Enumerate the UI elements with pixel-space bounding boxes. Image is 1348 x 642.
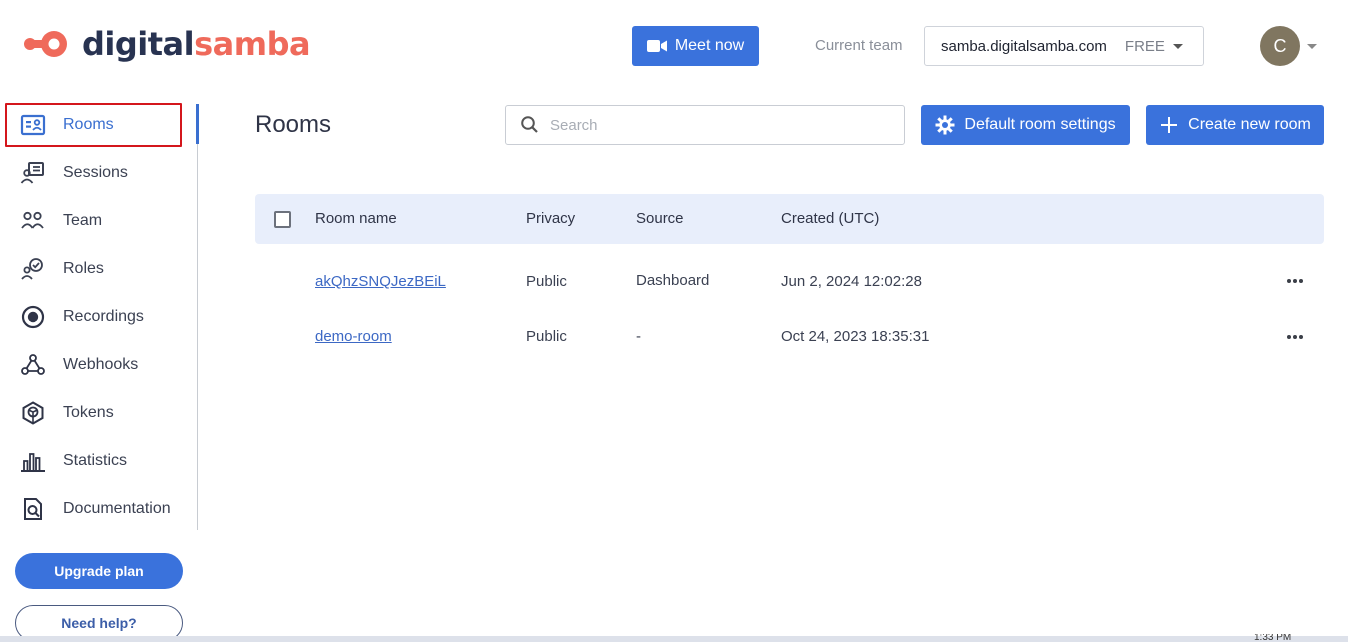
sidebar-item-recordings[interactable]: Recordings (20, 299, 144, 335)
tokens-icon (20, 401, 48, 425)
sidebar-item-label: Webhooks (63, 356, 139, 373)
sidebar-item-label: Statistics (63, 452, 128, 469)
roles-icon (20, 257, 48, 281)
rooms-table-header: Room name Privacy Source Created (UTC) (255, 194, 1324, 244)
webhooks-icon (20, 353, 48, 377)
column-header-room-name[interactable]: Room name (315, 194, 397, 244)
column-header-created[interactable]: Created (UTC) (781, 194, 879, 244)
search-box[interactable] (505, 105, 905, 145)
plus-icon (1161, 117, 1178, 133)
upgrade-plan-button[interactable]: Upgrade plan (15, 553, 183, 589)
avatar-initial: C (1273, 35, 1287, 56)
logo-text-digital: digital (82, 25, 195, 63)
default-room-settings-label: Default room settings (964, 116, 1116, 133)
team-name: samba.digitalsamba.com (941, 37, 1107, 55)
logo-mark-icon (24, 31, 67, 57)
sidebar-divider (197, 104, 198, 530)
room-created: Oct 24, 2023 18:35:31 (781, 328, 930, 345)
meet-now-label: Meet now (674, 37, 745, 54)
sidebar-item-label: Roles (63, 260, 104, 277)
user-menu-caret-icon[interactable] (1307, 44, 1317, 49)
sidebar-item-tokens[interactable]: Tokens (20, 395, 114, 431)
default-room-settings-button[interactable]: Default room settings (921, 105, 1130, 145)
documentation-icon (20, 497, 48, 521)
os-taskbar (0, 636, 1348, 642)
sidebar-item-statistics[interactable]: Statistics (20, 443, 127, 479)
user-avatar[interactable]: C (1260, 26, 1300, 66)
room-privacy: Public (526, 273, 567, 290)
caret-down-icon (1172, 43, 1183, 49)
column-header-privacy[interactable]: Privacy (526, 194, 575, 244)
sidebar-active-indicator (196, 104, 199, 144)
column-header-source[interactable]: Source (636, 194, 684, 244)
sidebar-item-team[interactable]: Team (20, 203, 102, 239)
sidebar-item-label: Documentation (63, 500, 171, 517)
sidebar-item-sessions[interactable]: Sessions (20, 155, 128, 191)
team-plan-badge: FREE (1124, 37, 1165, 55)
sidebar-item-label: Rooms (63, 116, 114, 133)
video-camera-icon (646, 40, 667, 52)
recordings-icon (20, 305, 48, 329)
logo-text: digitalsamba (82, 25, 311, 63)
room-source: Dashboard (636, 272, 710, 289)
team-icon (20, 209, 48, 233)
sidebar-item-label: Sessions (63, 164, 128, 181)
create-new-room-button[interactable]: Create new room (1146, 105, 1324, 145)
sidebar-item-rooms[interactable]: Rooms (20, 107, 114, 143)
table-row: demo-room Public - Oct 24, 2023 18:35:31 (255, 317, 1324, 357)
gear-icon (935, 115, 955, 135)
sidebar-item-webhooks[interactable]: Webhooks (20, 347, 138, 383)
search-icon (521, 116, 538, 133)
team-select[interactable]: samba.digitalsamba.com FREE (924, 26, 1204, 66)
digitalsamba-logo[interactable]: digitalsamba (22, 25, 311, 63)
select-all-checkbox[interactable] (274, 211, 291, 228)
rooms-icon (20, 113, 48, 137)
sidebar-item-label: Recordings (63, 308, 144, 325)
page-title: Rooms (255, 111, 332, 138)
taskbar-clock: 1:33 PM (1254, 634, 1292, 642)
meet-now-button[interactable]: Meet now (632, 26, 759, 66)
room-privacy: Public (526, 328, 567, 345)
sessions-icon (20, 161, 48, 185)
table-row: akQhzSNQJezBEiL Public Dashboard Jun 2, … (255, 262, 1324, 302)
create-new-room-label: Create new room (1188, 116, 1311, 133)
room-source: - (636, 328, 641, 345)
row-more-options-icon[interactable] (1285, 273, 1305, 289)
sidebar-item-label: Team (63, 212, 103, 229)
logo-text-samba: samba (194, 25, 311, 63)
search-input[interactable] (550, 116, 890, 134)
current-team-label: Current team (815, 37, 903, 54)
sidebar-item-roles[interactable]: Roles (20, 251, 104, 287)
row-more-options-icon[interactable] (1285, 329, 1305, 345)
room-name-link[interactable]: akQhzSNQJezBEiL (315, 262, 446, 302)
room-name-link[interactable]: demo-room (315, 317, 392, 357)
sidebar-item-documentation[interactable]: Documentation (20, 491, 171, 527)
statistics-icon (20, 449, 48, 473)
sidebar-item-label: Tokens (63, 404, 114, 421)
room-created: Jun 2, 2024 12:02:28 (781, 273, 922, 290)
